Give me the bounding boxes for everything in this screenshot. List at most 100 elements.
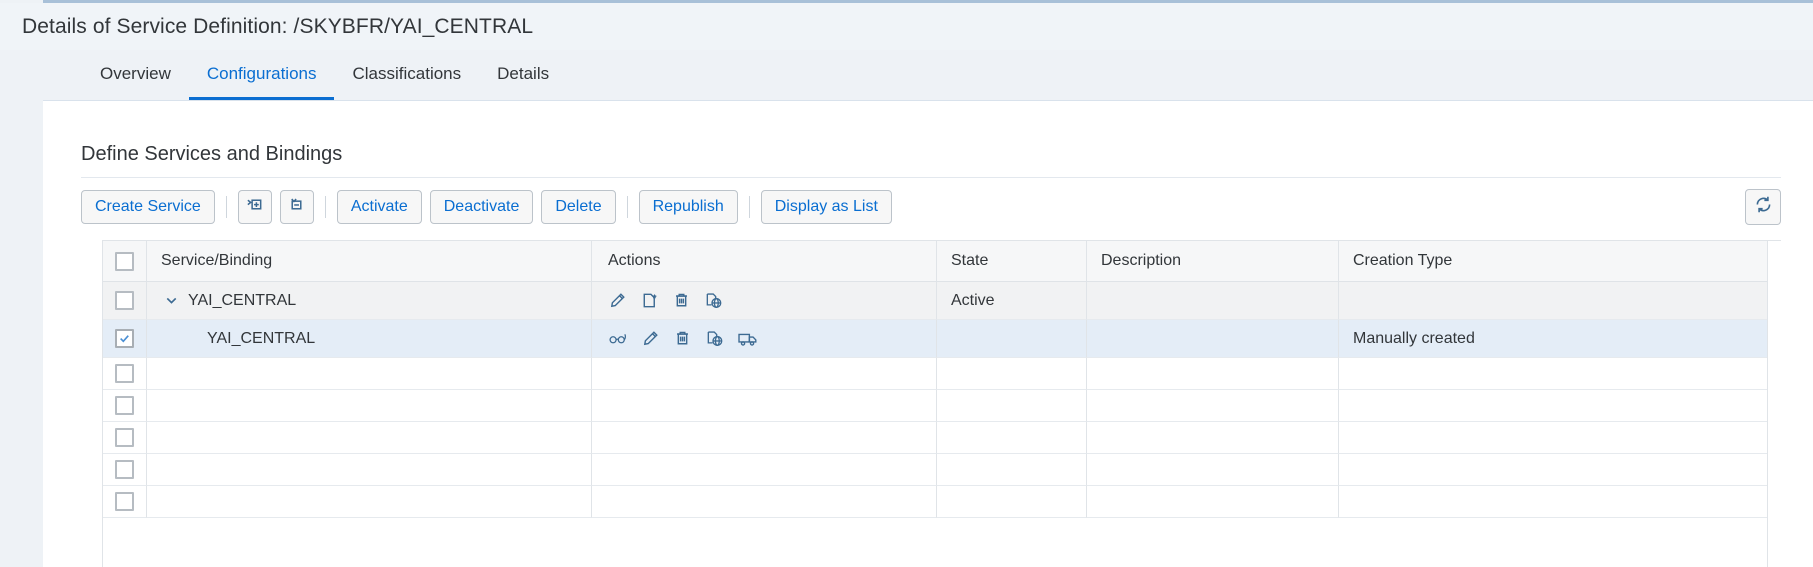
row-action-icons — [608, 329, 759, 348]
row-creation-type-cell — [1339, 358, 1781, 390]
row-actions-cell — [592, 358, 937, 390]
delete-icon[interactable] — [672, 291, 691, 310]
row-select-cell — [103, 358, 147, 390]
page-root: Details of Service Definition: /SKYBFR/Y… — [0, 0, 1813, 567]
column-header-creation-type[interactable]: Creation Type — [1339, 241, 1781, 282]
row-description-cell — [1087, 320, 1339, 358]
table-row-empty[interactable] — [103, 390, 1781, 422]
row-description-cell — [1087, 422, 1339, 454]
table-row-empty[interactable] — [103, 486, 1781, 518]
row-actions-cell — [592, 454, 937, 486]
row-select-cell — [103, 282, 147, 320]
title-bar: Details of Service Definition: /SKYBFR/Y… — [0, 3, 1813, 50]
section-divider — [81, 177, 1781, 178]
row-checkbox[interactable] — [115, 291, 134, 310]
row-service-binding-cell — [147, 358, 592, 390]
tab-details[interactable]: Details — [479, 50, 567, 100]
row-creation-type-cell — [1339, 454, 1781, 486]
tab-overview[interactable]: Overview — [82, 50, 189, 100]
toolbar-separator — [626, 196, 628, 218]
publish-globe-icon[interactable] — [705, 329, 724, 348]
row-creation-type-cell — [1339, 422, 1781, 454]
row-description-cell — [1087, 390, 1339, 422]
table-scrollbar[interactable] — [1767, 241, 1781, 567]
row-description-cell — [1087, 282, 1339, 320]
row-checkbox[interactable] — [115, 329, 134, 348]
row-select-cell — [103, 390, 147, 422]
column-header-description[interactable]: Description — [1087, 241, 1339, 282]
row-select-cell — [103, 454, 147, 486]
row-state-cell — [937, 454, 1087, 486]
row-service-binding-cell — [147, 390, 592, 422]
chevron-down-icon[interactable] — [161, 291, 181, 311]
row-service-name: YAI_CENTRAL — [188, 291, 297, 309]
row-service-binding-cell — [147, 422, 592, 454]
collapse-all-button[interactable] — [279, 190, 314, 224]
row-state-cell — [937, 390, 1087, 422]
refresh-button[interactable] — [1745, 189, 1781, 225]
row-service-binding-cell: YAI_CENTRAL — [147, 320, 592, 358]
display-glasses-icon[interactable] — [608, 329, 628, 348]
collapse-all-icon — [287, 195, 306, 219]
table-row-empty[interactable] — [103, 454, 1781, 486]
row-actions-cell — [592, 422, 937, 454]
row-checkbox[interactable] — [115, 364, 134, 383]
delete-icon[interactable] — [673, 329, 692, 348]
create-service-button[interactable]: Create Service — [81, 190, 215, 224]
row-checkbox[interactable] — [115, 460, 134, 479]
column-header-service-binding[interactable]: Service/Binding — [147, 241, 592, 282]
tab-list: Overview Configurations Classifications … — [82, 50, 567, 100]
row-select-cell — [103, 320, 147, 358]
row-description-cell — [1087, 486, 1339, 518]
row-service-binding-cell: YAI_CENTRAL — [147, 282, 592, 320]
row-creation-type-cell — [1339, 486, 1781, 518]
page-title: Details of Service Definition: /SKYBFR/Y… — [22, 14, 534, 38]
row-creation-type-cell: Manually created — [1339, 320, 1781, 358]
tab-configurations[interactable]: Configurations — [188, 50, 335, 100]
row-creation-type-cell — [1339, 282, 1781, 320]
table-row[interactable]: YAI_CENTRAL — [103, 282, 1781, 320]
row-state-cell — [937, 486, 1087, 518]
row-state-cell: Active — [937, 282, 1087, 320]
row-actions-cell — [592, 282, 937, 320]
publish-globe-icon[interactable] — [704, 291, 723, 310]
edit-icon[interactable] — [641, 329, 660, 348]
edit-icon[interactable] — [608, 291, 627, 310]
toolbar-separator — [324, 196, 326, 218]
deactivate-button[interactable]: Deactivate — [429, 190, 534, 224]
table-row-empty[interactable] — [103, 358, 1781, 390]
tab-bar: Overview Configurations Classifications … — [0, 50, 1813, 100]
services-table: Service/Binding Actions State Descriptio… — [102, 240, 1781, 567]
delete-button[interactable]: Delete — [541, 190, 616, 224]
row-state-cell — [937, 422, 1087, 454]
row-checkbox[interactable] — [115, 492, 134, 511]
republish-button[interactable]: Republish — [638, 190, 738, 224]
activate-button[interactable]: Activate — [336, 190, 422, 224]
table-row-empty[interactable] — [103, 422, 1781, 454]
row-checkbox[interactable] — [115, 428, 134, 447]
table-toolbar: Create Service Activate Deactivate Delet… — [81, 185, 1781, 229]
row-action-icons — [608, 291, 723, 310]
select-all-checkbox[interactable] — [115, 251, 134, 271]
row-state-cell — [937, 320, 1087, 358]
row-description-cell — [1087, 454, 1339, 486]
display-as-list-button[interactable]: Display as List — [760, 190, 892, 224]
transport-truck-icon[interactable] — [737, 329, 759, 348]
row-state-cell — [937, 358, 1087, 390]
tab-classifications[interactable]: Classifications — [334, 50, 479, 100]
create-document-icon[interactable] — [640, 291, 659, 310]
row-service-binding-cell — [147, 486, 592, 518]
expand-all-icon — [245, 195, 264, 219]
toolbar-separator — [748, 196, 750, 218]
row-creation-type-cell — [1339, 390, 1781, 422]
row-select-cell — [103, 422, 147, 454]
row-actions-cell — [592, 320, 937, 358]
row-actions-cell — [592, 390, 937, 422]
row-actions-cell — [592, 486, 937, 518]
column-header-state[interactable]: State — [937, 241, 1087, 282]
table-row[interactable]: YAI_CENTRAL — [103, 320, 1781, 358]
expand-all-button[interactable] — [237, 190, 272, 224]
column-header-actions[interactable]: Actions — [592, 241, 937, 282]
toolbar-separator — [225, 196, 227, 218]
row-checkbox[interactable] — [115, 396, 134, 415]
